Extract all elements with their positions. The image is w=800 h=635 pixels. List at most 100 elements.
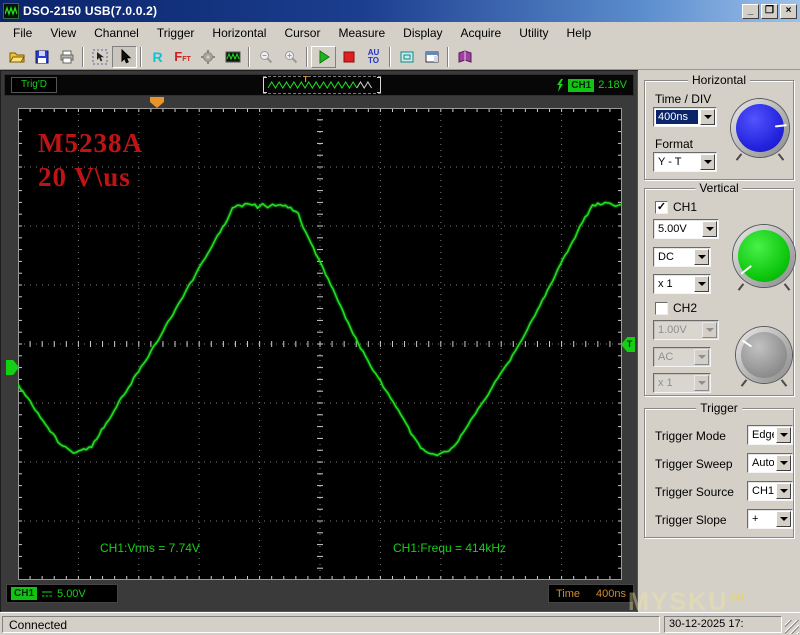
fft-icon: FFT <box>174 50 191 63</box>
trigger-mode-select[interactable]: Edge <box>747 425 793 445</box>
waveform-plot[interactable]: M5238A 20 V\us CH1:Vrms = 7.74V CH1:Freq… <box>18 108 622 580</box>
format-label: Format <box>655 137 693 151</box>
menu-measure[interactable]: Measure <box>329 24 394 42</box>
window-icon <box>424 49 440 65</box>
trigger-slope-dropdown-button[interactable] <box>776 511 791 527</box>
control-panel: Horizontal Time / DIV 400ns Format Y - T… <box>638 70 800 612</box>
toolbar-separator <box>447 47 449 67</box>
stop-button[interactable] <box>336 46 361 68</box>
refresh-r-button[interactable]: R <box>145 46 170 68</box>
trigger-level-value: 2.18V <box>598 79 627 91</box>
trigger-slope-select[interactable]: + <box>747 509 793 529</box>
ch1-coupling-select[interactable]: DC <box>653 247 711 267</box>
menu-bar: File View Channel Trigger Horizontal Cur… <box>0 22 800 44</box>
settings-button[interactable] <box>195 46 220 68</box>
toolbar-separator <box>306 47 308 67</box>
menu-cursor[interactable]: Cursor <box>275 24 329 42</box>
trigger-sweep-dropdown-button[interactable] <box>776 455 791 471</box>
fft-button[interactable]: FFT <box>170 46 195 68</box>
menu-utility[interactable]: Utility <box>510 24 557 42</box>
ch1-checkbox[interactable]: ✓ <box>655 201 668 214</box>
ch2-coupling-select: AC <box>653 347 711 367</box>
zoom-out-button[interactable] <box>253 46 278 68</box>
time-div-select[interactable]: 400ns <box>653 107 717 127</box>
lightning-icon <box>556 79 564 92</box>
save-button[interactable] <box>29 46 54 68</box>
trigger-group: Trigger Trigger Mode Edge Trigger Sweep … <box>644 408 794 538</box>
time-div-dropdown-button[interactable] <box>700 109 715 125</box>
ch1-probe-dropdown-button[interactable] <box>694 276 709 292</box>
fit-screen-button[interactable] <box>394 46 419 68</box>
window-layout-button[interactable] <box>419 46 444 68</box>
channel1-scale-readout: CH1 5.00V <box>6 584 118 603</box>
cursor-select-button[interactable] <box>87 46 112 68</box>
chevron-down-icon <box>780 461 788 465</box>
format-select[interactable]: Y - T <box>653 152 717 172</box>
chevron-down-icon <box>704 115 712 119</box>
minimize-button[interactable]: _ <box>742 4 759 19</box>
maximize-button[interactable]: ❐ <box>761 4 778 19</box>
ch1-volts-select[interactable]: 5.00V <box>653 219 719 239</box>
ch1-position-knob[interactable] <box>733 225 795 287</box>
trigger-channel-badge: CH1 <box>568 79 594 92</box>
format-dropdown-button[interactable] <box>700 154 715 170</box>
chevron-down-icon <box>706 227 714 231</box>
trigger-slope-label: Trigger Slope <box>655 513 727 527</box>
print-button[interactable] <box>54 46 79 68</box>
trigger-group-title: Trigger <box>696 401 742 415</box>
menu-display[interactable]: Display <box>394 24 451 42</box>
ch2-volts-dropdown-button <box>702 322 717 338</box>
autoset-button[interactable]: AUTO <box>361 46 386 68</box>
channel1-volts-per-div: 5.00V <box>57 588 86 600</box>
trigger-sweep-select[interactable]: Auto <box>747 453 793 473</box>
help-button[interactable] <box>452 46 477 68</box>
ch1-probe-select[interactable]: x 1 <box>653 274 711 294</box>
trigger-level-marker[interactable]: T <box>621 337 635 352</box>
trigger-source-dropdown-button[interactable] <box>776 483 791 499</box>
menu-horizontal[interactable]: Horizontal <box>203 24 275 42</box>
close-button[interactable]: × <box>780 4 797 19</box>
menu-acquire[interactable]: Acquire <box>452 24 511 42</box>
ch2-coupling-dropdown-button <box>694 349 709 365</box>
chevron-down-icon <box>698 355 706 359</box>
ch1-coupling-dropdown-button[interactable] <box>694 249 709 265</box>
menu-help[interactable]: Help <box>558 24 601 42</box>
start-button[interactable] <box>311 46 336 68</box>
zoom-in-button[interactable] <box>278 46 303 68</box>
trigger-source-select[interactable]: CH1 <box>747 481 793 501</box>
chevron-down-icon <box>698 255 706 259</box>
ch2-probe-value: x 1 <box>656 376 692 390</box>
horizontal-position-knob[interactable] <box>731 99 789 157</box>
menu-file[interactable]: File <box>4 24 41 42</box>
menu-trigger[interactable]: Trigger <box>148 24 204 42</box>
trigger-mode-dropdown-button[interactable] <box>776 427 791 443</box>
time-value: 400ns <box>596 588 626 600</box>
zoom-out-icon <box>258 49 274 65</box>
trigger-position-marker[interactable] <box>150 97 164 108</box>
arrow-cursor-icon <box>117 49 133 65</box>
chevron-down-icon <box>698 381 706 385</box>
save-icon <box>34 49 50 65</box>
waveform-view-button[interactable] <box>220 46 245 68</box>
acquisition-preview[interactable]: T <box>263 76 381 94</box>
help-book-icon <box>457 49 473 65</box>
trigger-slope-value: + <box>750 512 774 526</box>
open-button[interactable] <box>4 46 29 68</box>
ch2-checkbox[interactable] <box>655 302 668 315</box>
ch2-position-knob[interactable] <box>736 327 792 383</box>
chevron-down-icon <box>704 160 712 164</box>
measurement-vrms: CH1:Vrms = 7.74V <box>100 541 200 555</box>
resize-grip[interactable] <box>785 620 799 634</box>
arrow-cursor-button[interactable] <box>112 46 137 68</box>
menu-view[interactable]: View <box>41 24 85 42</box>
channel1-badge: CH1 <box>11 587 37 600</box>
menu-channel[interactable]: Channel <box>85 24 148 42</box>
ch1-coupling-value: DC <box>656 250 692 264</box>
preview-left-bracket <box>263 77 267 93</box>
preview-right-bracket <box>377 77 381 93</box>
ch1-probe-value: x 1 <box>656 277 692 291</box>
ch1-volts-dropdown-button[interactable] <box>702 221 717 237</box>
ch1-enable-row: ✓ CH1 <box>655 200 697 214</box>
open-folder-icon <box>9 49 25 65</box>
timebase-readout: Time 400ns <box>548 584 634 603</box>
